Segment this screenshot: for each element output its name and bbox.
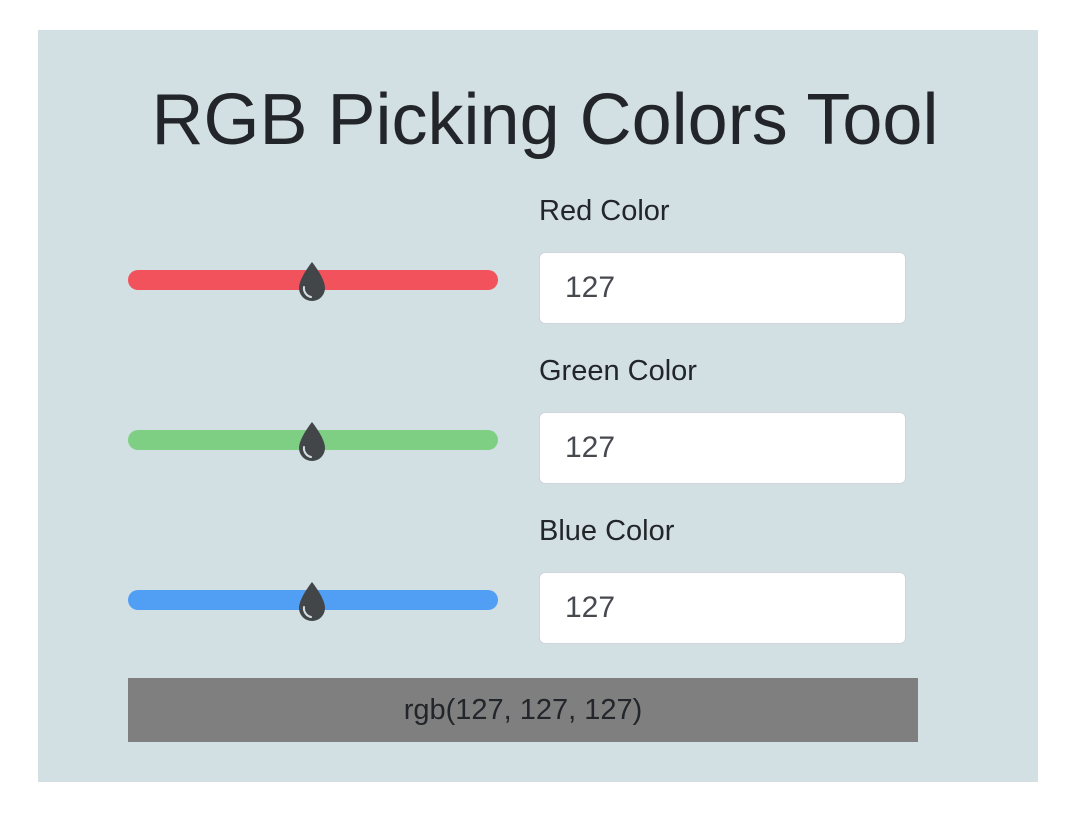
blue-value-input[interactable] bbox=[539, 572, 906, 644]
green-slider-thumb-droplet-icon[interactable] bbox=[296, 420, 328, 464]
red-slider-thumb-droplet-icon[interactable] bbox=[296, 260, 328, 304]
green-value-input[interactable] bbox=[539, 412, 906, 484]
red-value-input[interactable] bbox=[539, 252, 906, 324]
color-preview-swatch: rgb(127, 127, 127) bbox=[128, 678, 918, 742]
page-title: RGB Picking Colors Tool bbox=[151, 80, 939, 160]
red-slider-track[interactable] bbox=[128, 262, 498, 301]
green-slider-track[interactable] bbox=[128, 422, 498, 461]
blue-color-label: Blue Color bbox=[539, 515, 675, 547]
blue-slider-track[interactable] bbox=[128, 582, 498, 621]
blue-slider-thumb-droplet-icon[interactable] bbox=[296, 580, 328, 624]
green-color-label: Green Color bbox=[539, 355, 697, 387]
red-color-label: Red Color bbox=[539, 195, 670, 227]
